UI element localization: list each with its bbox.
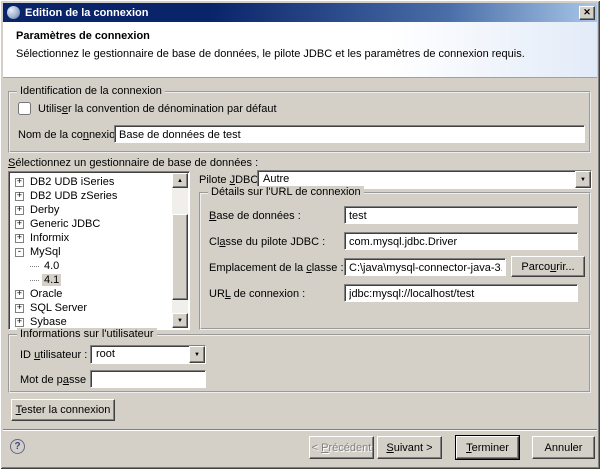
connection-edit-dialog: Edition de la connexion ✕ Paramètres de … xyxy=(0,0,600,469)
user-id-combo[interactable]: root ▼ xyxy=(90,345,206,364)
window-title: Edition de la connexion xyxy=(25,7,579,19)
class-location-label: Emplacement de la classe : xyxy=(209,262,344,274)
group-identification-legend: Identification de la connexion xyxy=(17,85,165,97)
tree-scrollbar[interactable]: ▲ ▼ xyxy=(172,173,188,328)
default-naming-label: Utiliser la convention de dénomination p… xyxy=(38,103,277,115)
db-manager-tree[interactable]: +DB2 UDB iSeries +DB2 UDB zSeries +Derby… xyxy=(8,171,190,330)
connection-name-label: Nom de la connexion : xyxy=(18,129,127,141)
back-button[interactable]: < Précédent xyxy=(309,436,374,459)
tree-item-generic-jdbc[interactable]: +Generic JDBC xyxy=(12,217,189,231)
expand-icon[interactable]: + xyxy=(15,192,24,201)
help-button[interactable]: ? xyxy=(10,439,25,454)
tree-item-mysql-41[interactable]: 4.1 xyxy=(12,273,189,287)
group-url-details: Détails sur l'URL de connexion Base de d… xyxy=(199,192,591,330)
tree-item-sybase[interactable]: +Sybase xyxy=(12,315,189,329)
expand-icon[interactable]: + xyxy=(15,290,24,299)
db-manager-select-label: Sélectionnez un gestionnaire de base de … xyxy=(8,157,258,169)
tree-item-sql-server[interactable]: +SQL Server xyxy=(12,301,189,315)
scroll-up-button[interactable]: ▲ xyxy=(172,173,188,188)
wizard-header: Paramètres de connexion Sélectionnez le … xyxy=(3,22,597,78)
close-button[interactable]: ✕ xyxy=(579,6,595,20)
page-title: Paramètres de connexion xyxy=(16,30,150,42)
tree-item-db2-zseries[interactable]: +DB2 UDB zSeries xyxy=(12,189,189,203)
cancel-button[interactable]: Annuler xyxy=(532,436,595,459)
dropdown-button[interactable]: ▼ xyxy=(575,171,591,188)
titlebar: Edition de la connexion ✕ xyxy=(3,3,597,22)
expand-icon[interactable]: + xyxy=(15,304,24,313)
scroll-up-icon: ▲ xyxy=(177,178,183,184)
expand-icon[interactable]: + xyxy=(15,318,24,327)
password-input[interactable] xyxy=(90,370,206,388)
database-label: Base de données : xyxy=(209,210,301,222)
expand-icon[interactable]: + xyxy=(15,178,24,187)
default-naming-checkbox[interactable] xyxy=(18,102,31,115)
group-user-info-legend: Informations sur l'utilisateur xyxy=(17,328,157,340)
test-connection-button[interactable]: Tester la connexion xyxy=(11,399,115,421)
driver-class-label: Classe du pilote JDBC : xyxy=(209,236,325,248)
dropdown-button[interactable]: ▼ xyxy=(189,346,205,363)
page-subtitle: Sélectionnez le gestionnaire de base de … xyxy=(16,48,525,60)
close-icon: ✕ xyxy=(583,8,591,17)
chevron-down-icon: ▼ xyxy=(580,177,586,183)
class-location-input[interactable] xyxy=(344,258,506,276)
tree-item-db2-iseries[interactable]: +DB2 UDB iSeries xyxy=(12,175,189,189)
group-user-info: Informations sur l'utilisateur ID utilis… xyxy=(8,334,591,393)
help-icon: ? xyxy=(14,441,20,452)
connection-url-input[interactable] xyxy=(344,284,578,302)
tree-item-oracle[interactable]: +Oracle xyxy=(12,287,189,301)
tree-connector xyxy=(30,280,39,281)
driver-class-input[interactable] xyxy=(344,232,578,250)
tree-connector xyxy=(30,266,39,267)
jdbc-driver-label: Pilote JDBC : xyxy=(199,174,264,186)
scroll-down-button[interactable]: ▼ xyxy=(172,313,188,328)
tree-item-mysql[interactable]: -MySql xyxy=(12,245,189,259)
tree-item-derby[interactable]: +Derby xyxy=(12,203,189,217)
expand-icon[interactable]: + xyxy=(15,220,24,229)
expand-icon[interactable]: + xyxy=(15,234,24,243)
scrollbar-track[interactable] xyxy=(172,188,188,313)
finish-button[interactable]: Terminer xyxy=(456,436,519,459)
chevron-down-icon: ▼ xyxy=(194,352,200,358)
collapse-icon[interactable]: - xyxy=(15,248,24,257)
window-icon xyxy=(7,6,20,19)
password-label: Mot de passe : xyxy=(20,374,92,386)
browse-button[interactable]: Parcourir... xyxy=(511,256,585,277)
group-identification: Identification de la connexion Utiliser … xyxy=(8,91,591,153)
scroll-down-icon: ▼ xyxy=(177,318,183,324)
next-button[interactable]: Suivant > xyxy=(377,436,442,459)
group-url-details-legend: Détails sur l'URL de connexion xyxy=(208,186,364,198)
scrollbar-thumb[interactable] xyxy=(172,214,188,300)
user-id-label: ID utilisateur : xyxy=(20,349,87,361)
footer-separator xyxy=(3,429,597,431)
database-input[interactable] xyxy=(344,206,578,224)
tree-item-informix[interactable]: +Informix xyxy=(12,231,189,245)
expand-icon[interactable]: + xyxy=(15,206,24,215)
connection-name-input[interactable] xyxy=(114,125,585,143)
tree-item-mysql-40[interactable]: 4.0 xyxy=(12,259,189,273)
connection-url-label: URL de connexion : xyxy=(209,288,305,300)
